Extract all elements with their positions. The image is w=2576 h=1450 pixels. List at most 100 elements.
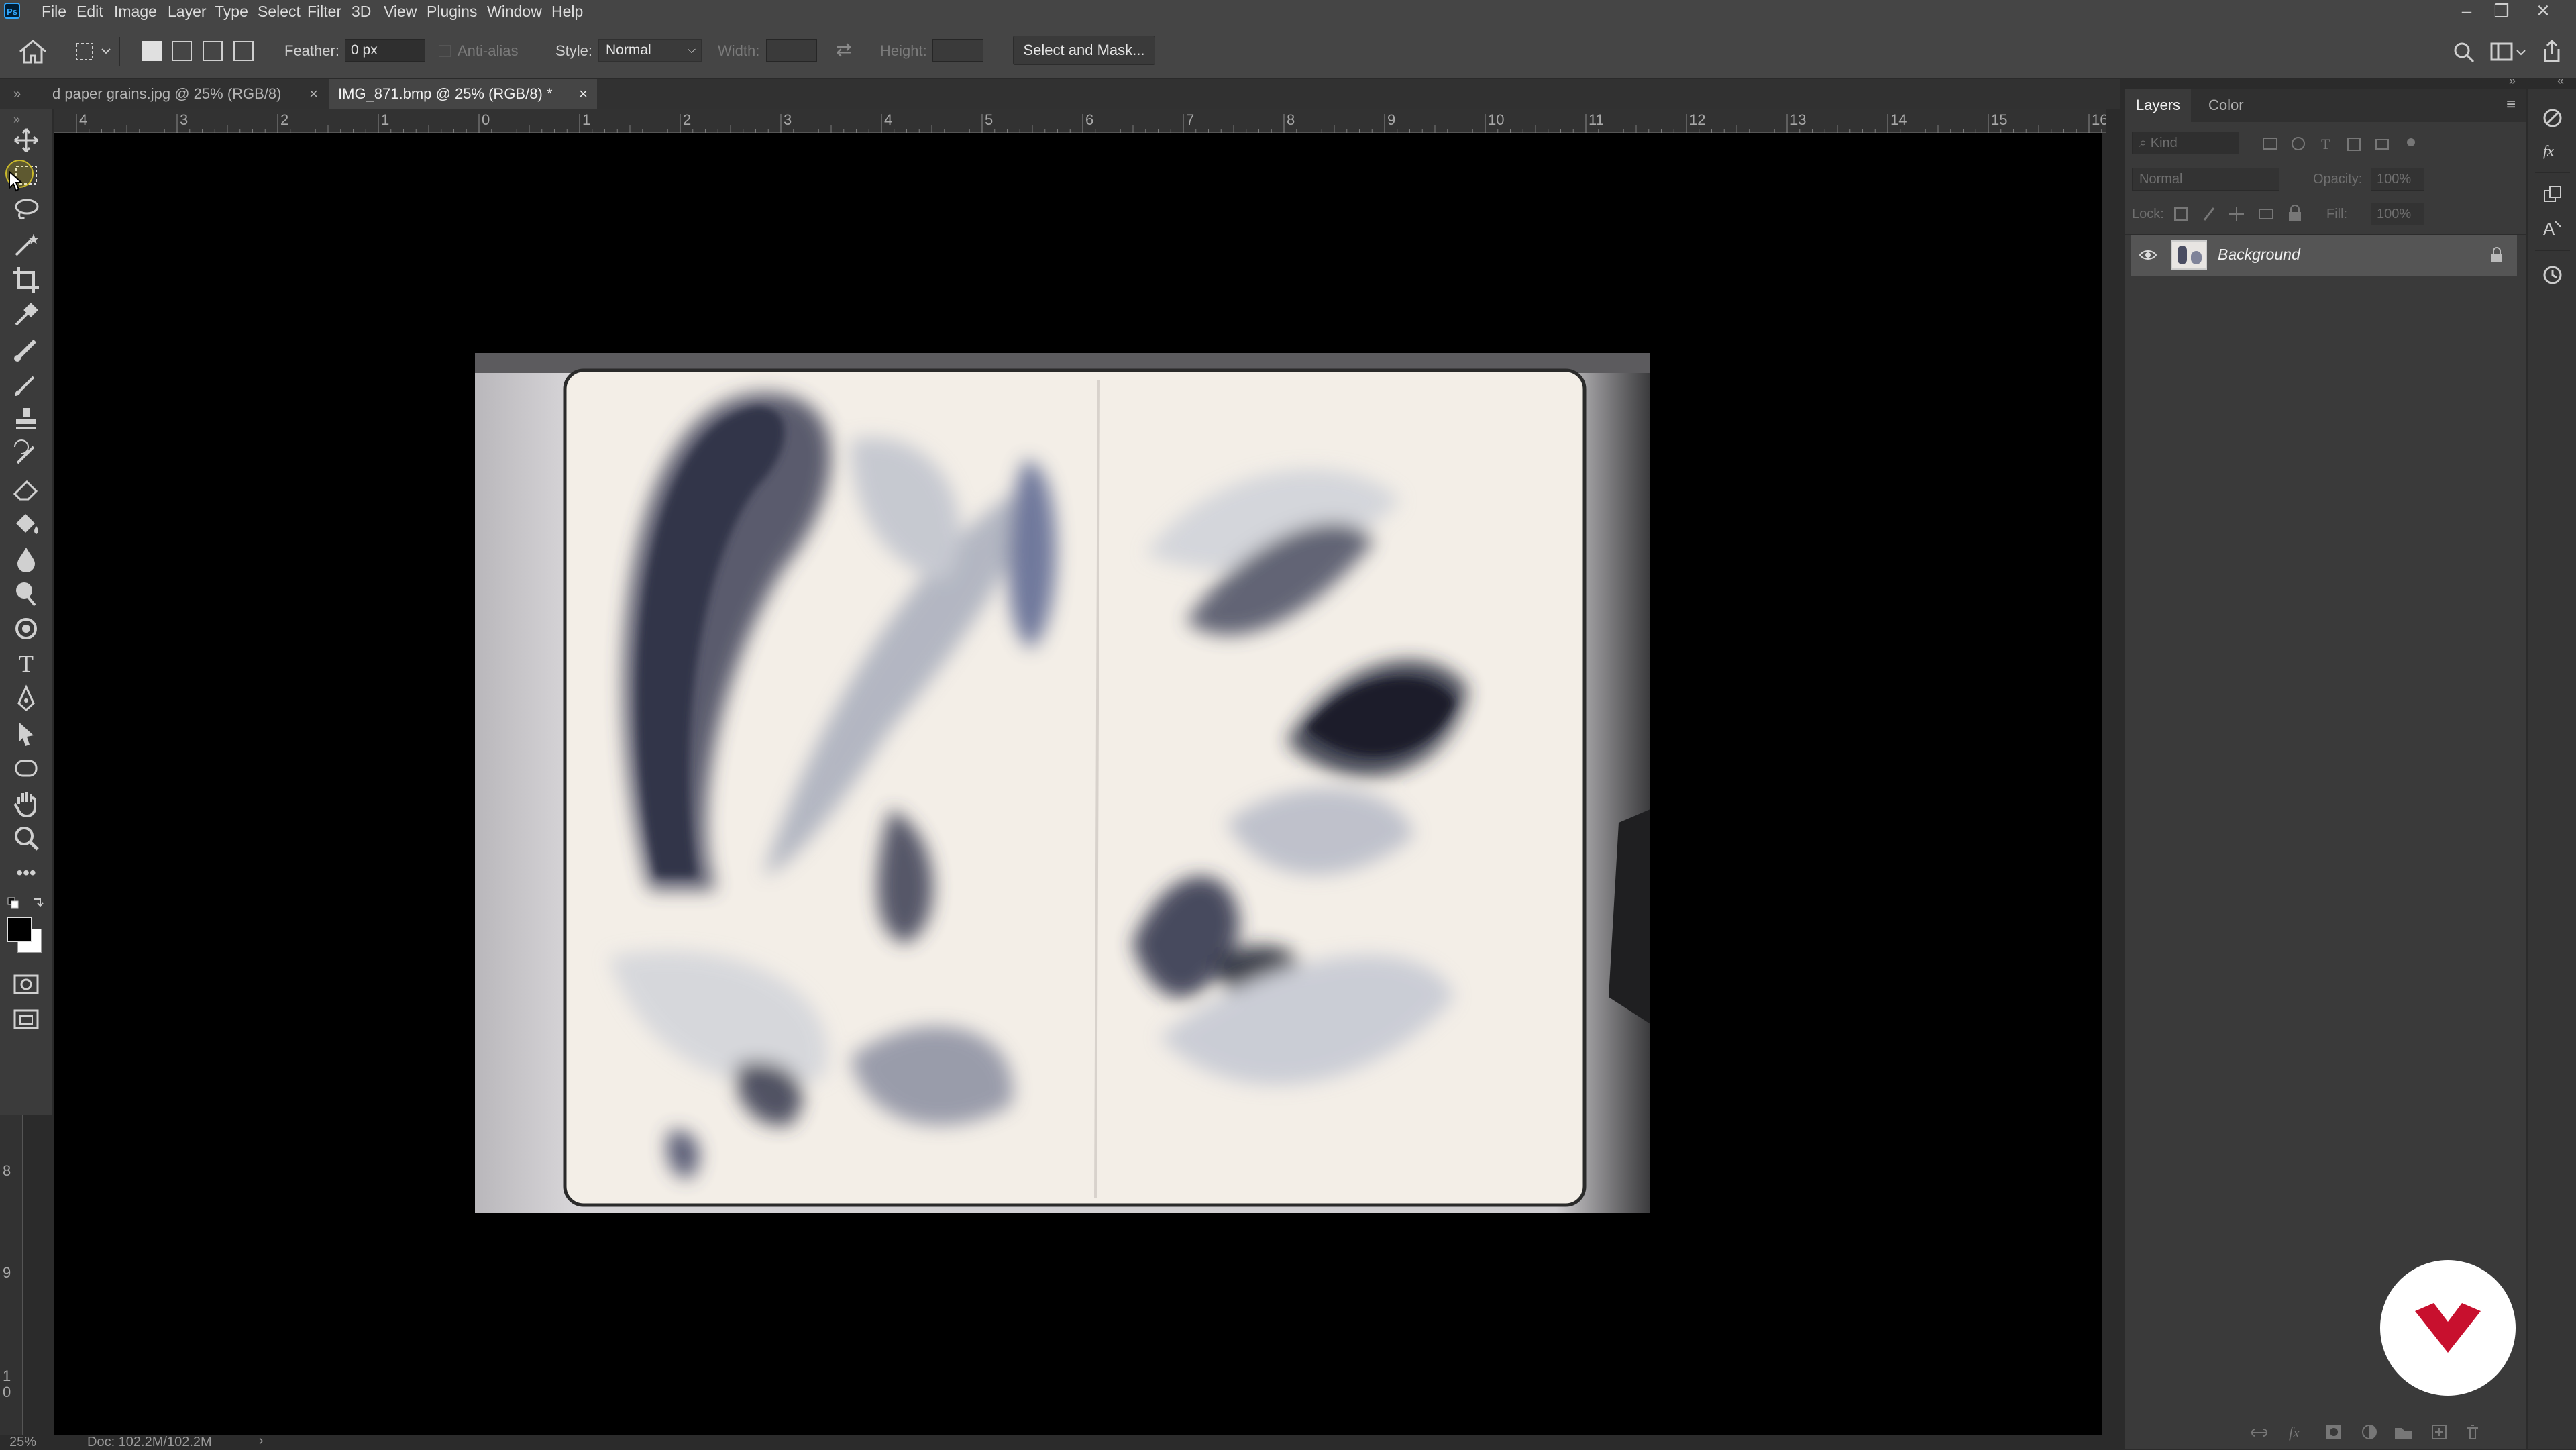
- photoshop-logo-icon[interactable]: Ps: [4, 3, 20, 19]
- quick-mask-icon[interactable]: [11, 969, 42, 1000]
- filter-kind-value: Kind: [2150, 136, 2178, 150]
- shape-tool-icon[interactable]: [11, 753, 42, 784]
- menu-view[interactable]: View: [384, 0, 417, 23]
- ruler-ticks: 4 3 2 1 0 1 2 3 4 5 6 7 8 9 10 11 12 13 14 15 16: [76, 111, 2106, 133]
- dodge-tool-icon[interactable]: [11, 578, 42, 609]
- subtract-selection-icon[interactable]: [203, 41, 223, 61]
- filter-kind-select[interactable]: ⌕ Kind: [2132, 132, 2239, 154]
- ruler-label: 3: [180, 111, 188, 128]
- menu-help[interactable]: Help: [551, 0, 583, 23]
- magic-wand-tool-icon[interactable]: [11, 229, 42, 260]
- sponge-tool-icon[interactable]: [11, 613, 42, 644]
- healing-brush-tool-icon[interactable]: [11, 334, 42, 365]
- layer-name[interactable]: Background: [2218, 246, 2300, 264]
- new-selection-icon[interactable]: [142, 41, 162, 61]
- panel-collapse-icon[interactable]: »: [2509, 74, 2516, 88]
- blur-tool-icon[interactable]: [11, 543, 42, 574]
- move-tool-icon[interactable]: [11, 125, 42, 156]
- layer-row-background[interactable]: Background: [2131, 235, 2517, 276]
- share-icon[interactable]: [2540, 40, 2564, 64]
- document-image[interactable]: [475, 353, 1650, 1213]
- pen-tool-icon[interactable]: [11, 683, 42, 714]
- panel-menu-icon[interactable]: ≡: [2506, 95, 2516, 114]
- home-icon[interactable]: [17, 38, 48, 65]
- zoom-level[interactable]: 25%: [9, 1435, 36, 1450]
- antialias-checkbox[interactable]: [439, 45, 451, 57]
- adjustments-icon[interactable]: [2540, 106, 2565, 130]
- width-input[interactable]: [766, 39, 817, 62]
- character-icon[interactable]: A: [2540, 216, 2565, 240]
- menu-layer[interactable]: Layer: [168, 0, 207, 23]
- status-menu-arrow[interactable]: ›: [259, 1433, 264, 1449]
- style-select[interactable]: Normal ⌵: [598, 39, 702, 62]
- hand-tool-icon[interactable]: [11, 788, 42, 819]
- brand-logo-icon: [2415, 1303, 2481, 1353]
- lasso-tool-icon[interactable]: [11, 195, 42, 225]
- type-tool-icon[interactable]: T: [11, 648, 42, 679]
- menu-plugins[interactable]: Plugins: [427, 0, 477, 23]
- tools-panel: » T •••: [0, 109, 52, 1115]
- foreground-color-swatch[interactable]: [7, 917, 32, 942]
- zoom-tool-icon[interactable]: [11, 823, 42, 853]
- workspace-icon[interactable]: [2490, 41, 2530, 64]
- layer-panel-footer-icons[interactable]: fx: [2246, 1422, 2521, 1443]
- path-selection-tool-icon[interactable]: [11, 718, 42, 749]
- ruler-label: 11: [1589, 111, 1604, 128]
- more-tools-icon[interactable]: •••: [11, 858, 42, 888]
- blend-mode-select[interactable]: Normal: [2132, 168, 2279, 191]
- paths-icon[interactable]: [2540, 184, 2565, 208]
- menu-file[interactable]: File: [42, 0, 66, 23]
- minimize-icon[interactable]: –: [2450, 0, 2483, 23]
- canvas-area[interactable]: [54, 133, 2102, 1435]
- close-window-icon[interactable]: ✕: [2526, 0, 2560, 23]
- menu-select[interactable]: Select: [258, 0, 301, 23]
- ruler-label: 10: [1488, 111, 1504, 128]
- default-colors-icon[interactable]: [7, 895, 47, 913]
- menu-image[interactable]: Image: [114, 0, 157, 23]
- feather-input[interactable]: 0 px: [345, 39, 425, 62]
- eye-icon[interactable]: [2139, 248, 2157, 262]
- tabs-overflow-icon[interactable]: »: [13, 79, 21, 109]
- marquee-preset-icon[interactable]: [74, 40, 114, 64]
- menu-filter[interactable]: Filter: [307, 0, 341, 23]
- tab-close-icon[interactable]: ×: [579, 79, 588, 109]
- menu-edit[interactable]: Edit: [76, 0, 103, 23]
- tab-layers[interactable]: Layers: [2125, 89, 2192, 122]
- menu-type[interactable]: Type: [215, 0, 248, 23]
- tab-label: IMG_871.bmp @ 25% (RGB/8) *: [338, 85, 553, 102]
- crop-tool-icon[interactable]: [11, 264, 42, 295]
- layer-filter-icons[interactable]: T: [2261, 134, 2422, 153]
- history-brush-tool-icon[interactable]: [11, 439, 42, 470]
- eraser-tool-icon[interactable]: [11, 474, 42, 505]
- restore-icon[interactable]: ❐: [2485, 0, 2518, 23]
- svg-text:fx: fx: [2289, 1424, 2300, 1441]
- menu-bar: Ps File Edit Image Layer Type Select Fil…: [0, 0, 2576, 23]
- dock-collapse-icon[interactable]: «: [2557, 74, 2564, 88]
- screen-mode-icon[interactable]: [11, 1004, 42, 1035]
- menu-3d[interactable]: 3D: [352, 0, 371, 23]
- horizontal-ruler[interactable]: 4 3 2 1 0 1 2 3 4 5 6 7 8 9 10 11 12 13 14 15 16: [54, 109, 2106, 133]
- select-and-mask-button[interactable]: Select and Mask...: [1013, 36, 1155, 65]
- eyedropper-tool-icon[interactable]: [11, 299, 42, 330]
- menu-window[interactable]: Window: [487, 0, 542, 23]
- opacity-input[interactable]: 100%: [2371, 168, 2424, 191]
- swap-icon[interactable]: ⇄: [836, 38, 851, 60]
- tab-close-icon[interactable]: ×: [309, 79, 318, 109]
- intersect-selection-icon[interactable]: [233, 41, 254, 61]
- clone-stamp-tool-icon[interactable]: [11, 404, 42, 435]
- search-icon[interactable]: [2453, 41, 2475, 64]
- tab-paper-grains[interactable]: d paper grains.jpg @ 25% (RGB/8) ×: [43, 79, 325, 109]
- effects-icon[interactable]: fx: [2540, 138, 2565, 162]
- brush-tool-icon[interactable]: [11, 369, 42, 400]
- tab-img-871[interactable]: IMG_871.bmp @ 25% (RGB/8) * ×: [329, 79, 597, 109]
- paint-bucket-tool-icon[interactable]: [11, 509, 42, 539]
- add-selection-icon[interactable]: [172, 41, 192, 61]
- tab-color[interactable]: Color: [2198, 89, 2255, 122]
- height-input[interactable]: [932, 39, 983, 62]
- status-bar: 25% Doc: 102.2M/102.2M ›: [0, 1433, 2102, 1450]
- lock-options-icons[interactable]: [2172, 204, 2313, 224]
- history-icon[interactable]: [2540, 263, 2565, 287]
- opacity-label: Opacity:: [2313, 172, 2363, 187]
- fill-input[interactable]: 100%: [2371, 203, 2424, 225]
- svg-text:fx: fx: [2543, 142, 2554, 159]
